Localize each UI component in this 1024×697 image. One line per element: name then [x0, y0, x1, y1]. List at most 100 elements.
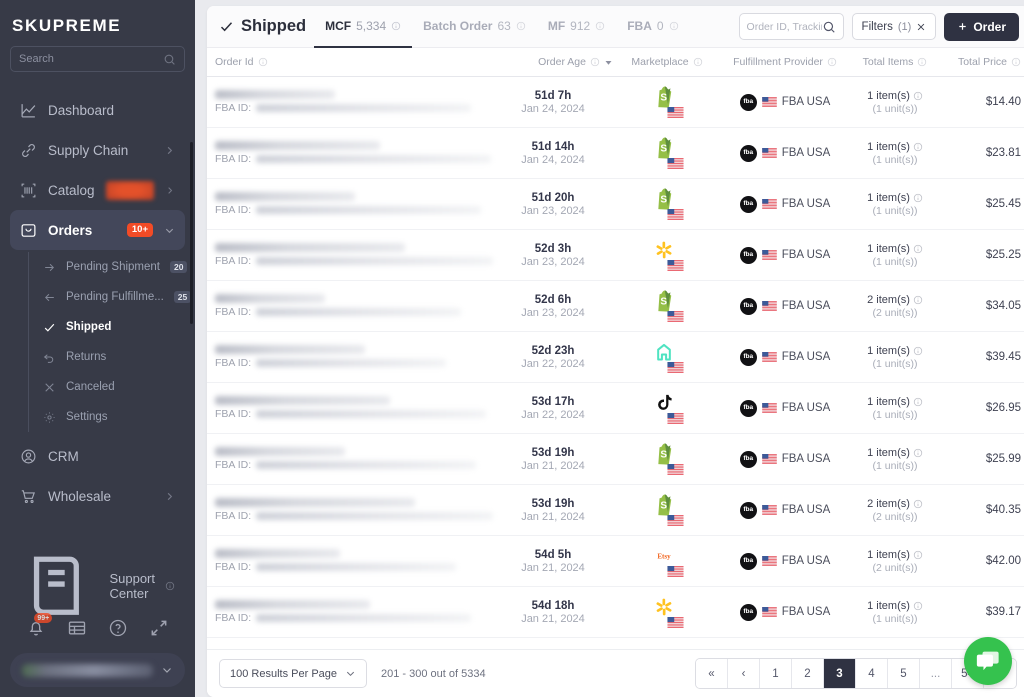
table-row[interactable]: FBA ID: 52d 6h Jan 23, 2024 Sfba FBA USA 2 it…	[207, 281, 1024, 332]
sidebar-item-dashboard[interactable]: Dashboard	[10, 90, 185, 130]
cell-fulfillment-provider: fba FBA USA	[721, 450, 849, 468]
sidebar-item-canceled[interactable]: Canceled	[29, 372, 195, 402]
cell-order-id[interactable]: FBA ID:	[215, 243, 493, 267]
column-label: Fulfillment Provider	[733, 56, 823, 68]
sidebar-item-catalog[interactable]: Catalog	[10, 170, 185, 210]
us-flag-icon	[667, 107, 684, 118]
filters-count: (1)	[897, 20, 912, 33]
table-row[interactable]: FBA ID: 51d 20h Jan 23, 2024 Sfba FBA USA 1 i…	[207, 179, 1024, 230]
cell-order-id[interactable]: FBA ID:	[215, 396, 493, 420]
marketplace-logo	[654, 596, 674, 618]
sub-item-label: Canceled	[66, 381, 115, 393]
order-search-input[interactable]	[746, 20, 822, 33]
pagination-first[interactable]: «	[696, 659, 728, 688]
add-order-button[interactable]: Order	[944, 12, 1019, 41]
close-icon[interactable]	[916, 22, 926, 32]
tab-fba[interactable]: FBA 0	[616, 6, 689, 48]
sort-descending-icon[interactable]	[604, 58, 613, 67]
amazon-fba-icon: fba	[739, 195, 757, 213]
tab-mcf[interactable]: MCF 5,334	[314, 6, 413, 48]
table-row[interactable]: FBA ID: 53d 19h Jan 21, 2024 Sfba FBA USA 2 i…	[207, 485, 1024, 536]
cell-total-price: $25.45	[985, 198, 1021, 210]
sidebar-item-supply-chain[interactable]: Supply Chain	[10, 130, 185, 170]
cell-total-price: $26.95	[985, 402, 1021, 414]
column-header-order-id[interactable]: Order Id	[215, 56, 493, 68]
gear-icon	[44, 411, 55, 423]
cell-marketplace	[613, 341, 721, 373]
sidebar-item-pending-fulfillment[interactable]: Pending Fulfillme... 25	[29, 282, 195, 312]
sidebar-item-wholesale[interactable]: Wholesale	[10, 476, 185, 516]
sidebar-item-returns[interactable]: Returns	[29, 342, 195, 372]
cell-order-id[interactable]: FBA ID:	[215, 141, 493, 165]
table-row[interactable]: FBA ID: 52d 3h Jan 23, 2024 fba FBA USA 1 ite…	[207, 230, 1024, 281]
cell-order-id[interactable]: FBA ID:	[215, 90, 493, 114]
sidebar-scrollbar[interactable]	[190, 142, 193, 324]
info-icon	[590, 57, 600, 67]
cell-order-id[interactable]: FBA ID:	[215, 498, 493, 522]
sidebar-item-label: Wholesale	[48, 488, 112, 504]
table-row[interactable]: FBA ID: 51d 7h Jan 24, 2024 Sfba FBA USA 1 it…	[207, 77, 1024, 128]
info-icon	[913, 193, 923, 202]
pagination-page-4[interactable]: 4	[856, 659, 888, 688]
sidebar-item-crm[interactable]: CRM	[10, 436, 185, 476]
results-per-page-select[interactable]: 100 Results Per Page	[219, 659, 368, 688]
tab-mf[interactable]: MF 912	[537, 6, 616, 48]
table-row[interactable]: FBA ID: 53d 19h Jan 21, 2024 Sfba FBA USA 1 i…	[207, 434, 1024, 485]
column-header-fulfillment-provider[interactable]: Fulfillment Provider	[721, 56, 849, 68]
pagination-page-1[interactable]: 1	[760, 659, 792, 688]
table-view-button[interactable]	[67, 618, 87, 638]
sidebar-item-orders[interactable]: Orders 10+	[10, 210, 185, 250]
cell-fulfillment-provider: fba FBA USA	[721, 144, 849, 162]
cell-order-id[interactable]: FBA ID:	[215, 192, 493, 216]
column-header-order-age[interactable]: Order Age	[493, 56, 613, 68]
filters-button[interactable]: Filters (1)	[851, 13, 937, 40]
table-row[interactable]: FBA ID: 52d 23h Jan 22, 2024 fba FBA USA 1 it…	[207, 332, 1024, 383]
user-account-menu[interactable]	[10, 653, 185, 687]
fba-id-line: FBA ID:	[215, 408, 493, 420]
cell-order-id[interactable]: FBA ID:	[215, 600, 493, 624]
column-header-marketplace[interactable]: Marketplace	[613, 56, 721, 68]
cell-order-id[interactable]: FBA ID:	[215, 549, 493, 573]
chevron-down-icon[interactable]	[164, 225, 175, 236]
cell-order-id[interactable]: FBA ID:	[215, 294, 493, 318]
pagination-page-3[interactable]: 3	[824, 659, 856, 688]
column-header-total-items[interactable]: Total Items	[849, 56, 941, 68]
table-row[interactable]: FBA ID: 54d 18h Jan 21, 2024 fba FBA USA 1 it…	[207, 587, 1024, 638]
order-id-redacted	[215, 243, 405, 252]
help-button[interactable]	[108, 618, 128, 638]
table-row[interactable]: FBA ID: 54d 5h Jan 21, 2024 Etsy fba FBA USA 1…	[207, 536, 1024, 587]
order-date-value: Jan 22, 2024	[521, 357, 585, 370]
info-icon	[1011, 57, 1021, 67]
total-items-value: 1 item(s)	[867, 192, 923, 204]
notifications-button[interactable]: 99+	[26, 613, 53, 638]
chat-support-button[interactable]	[964, 637, 1012, 685]
pagination-prev[interactable]: ‹	[728, 659, 760, 688]
pagination-ellipsis[interactable]: ...	[920, 659, 952, 688]
pagination-page-2[interactable]: 2	[792, 659, 824, 688]
sidebar-item-support-center[interactable]: Support Center	[10, 556, 185, 616]
us-flag-icon	[667, 311, 684, 322]
cell-order-id[interactable]: FBA ID:	[215, 345, 493, 369]
undo-icon	[43, 353, 54, 363]
cell-total-items: 1 item(s) (2 unit(s))	[849, 549, 941, 574]
sidebar-item-shipped[interactable]: Shipped	[29, 312, 195, 342]
cell-total-price: $34.05	[985, 300, 1021, 312]
sidebar-item-settings[interactable]: Settings	[29, 402, 195, 432]
info-icon	[913, 448, 923, 457]
order-age-value: 52d 6h	[534, 293, 572, 306]
sidebar-search-input[interactable]	[19, 53, 163, 65]
collapse-sidebar-button[interactable]	[149, 618, 169, 638]
sidebar-item-pending-shipment[interactable]: Pending Shipment 20	[29, 252, 195, 282]
order-search-box[interactable]	[738, 13, 844, 40]
cell-order-id[interactable]: FBA ID:	[215, 447, 493, 471]
sub-item-label: Settings	[66, 411, 108, 423]
sidebar-search-box[interactable]	[10, 46, 185, 72]
column-header-total-price[interactable]: Total Price	[941, 56, 1021, 68]
table-row[interactable]: FBA ID: 51d 14h Jan 24, 2024 Sfba FBA USA 1 i…	[207, 128, 1024, 179]
pagination-page-5[interactable]: 5	[888, 659, 920, 688]
cell-total-items: 2 item(s) (2 unit(s))	[849, 498, 941, 523]
sidebar-item-label: Supply Chain	[48, 142, 129, 158]
amazon-fba-icon: fba	[739, 603, 757, 621]
tab-batch-order[interactable]: Batch Order 63	[412, 6, 537, 48]
table-row[interactable]: FBA ID: 53d 17h Jan 22, 2024 fba FBA USA 1 it…	[207, 383, 1024, 434]
